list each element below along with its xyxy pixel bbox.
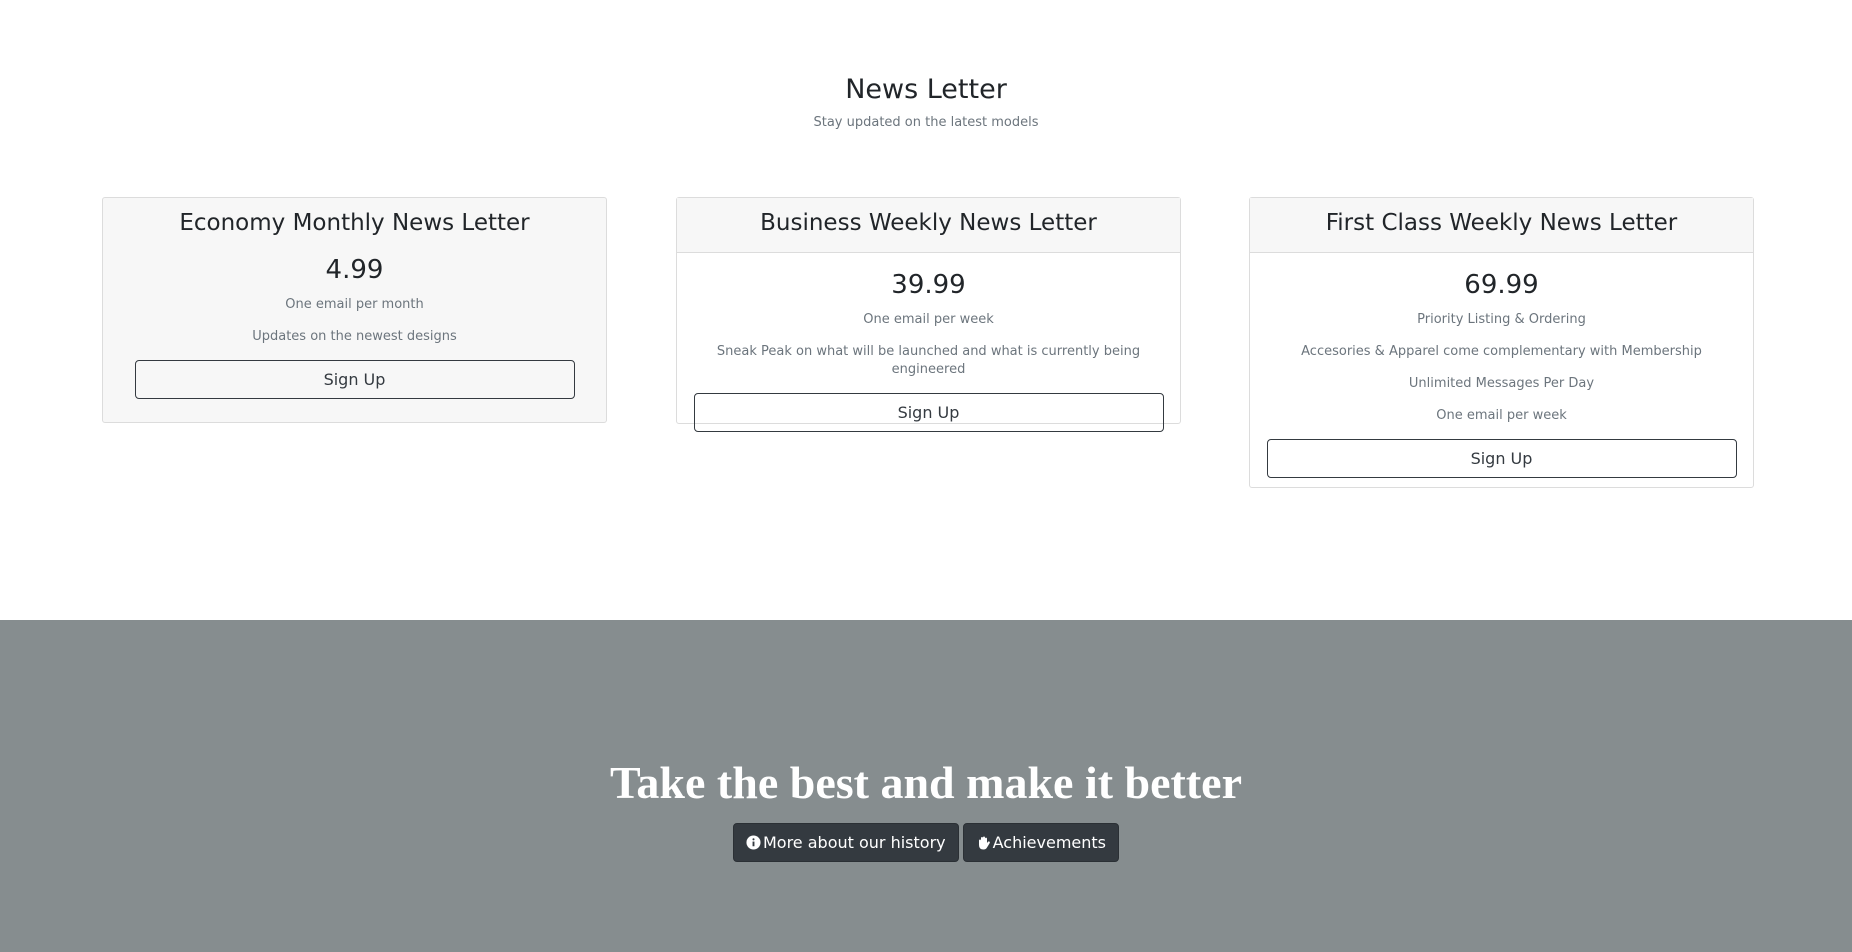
hero-section: Take the best and make it better More ab… [0,620,1852,952]
section-subtitle: Stay updated on the latest models [813,115,1039,130]
achievements-button-label: Achievements [992,833,1106,852]
plan-feature: Updates on the newest designs [252,329,457,344]
plan-card-first-class: First Class Weekly News Letter 69.99 Pri… [1249,197,1754,488]
plan-body: 39.99 One email per week Sneak Peak on w… [677,253,1180,432]
plan-price: 69.99 [1464,270,1539,300]
hand-icon [976,835,992,851]
plan-name: Economy Monthly News Letter [179,210,530,236]
plan-body: 69.99 Priority Listing & Ordering Acceso… [1250,253,1753,478]
hero-buttons: More about our history Achievements [0,823,1852,862]
plan-name: Business Weekly News Letter [677,198,1180,253]
plan-feature: One email per week [863,312,994,327]
plan-feature: Unlimited Messages Per Day [1408,376,1595,391]
hero-title: Take the best and make it better [609,757,1243,808]
history-button-label: More about our history [762,833,946,852]
plan-feature: Priority Listing & Ordering [1417,312,1586,327]
newsletter-section: News Letter Stay updated on the latest m… [0,0,1852,620]
plan-card-business: Business Weekly News Letter 39.99 One em… [676,197,1181,432]
plan-card-economy: Economy Monthly News Letter 4.99 One ema… [102,197,607,423]
history-button[interactable]: More about our history [732,823,959,862]
plan-price: 39.99 [891,270,966,300]
section-title: News Letter [845,74,1007,105]
plan-name: First Class Weekly News Letter [1250,198,1753,253]
plan-price: 4.99 [325,255,384,285]
plan-feature: One email per month [285,297,424,312]
sign-up-button[interactable]: Sign Up [693,393,1164,432]
plan-feature: One email per week [1436,408,1567,423]
plan-feature: Sneak Peak on what will be launched and … [716,344,1141,377]
info-circle-icon [746,835,762,851]
plan-feature: Accesories & Apparel come complementary … [1301,344,1702,359]
sign-up-button[interactable]: Sign Up [134,360,575,399]
sign-up-button[interactable]: Sign Up [1266,439,1737,478]
plan-body: 4.99 One email per month Updates on the … [103,238,606,399]
achievements-button[interactable]: Achievements [962,823,1119,862]
